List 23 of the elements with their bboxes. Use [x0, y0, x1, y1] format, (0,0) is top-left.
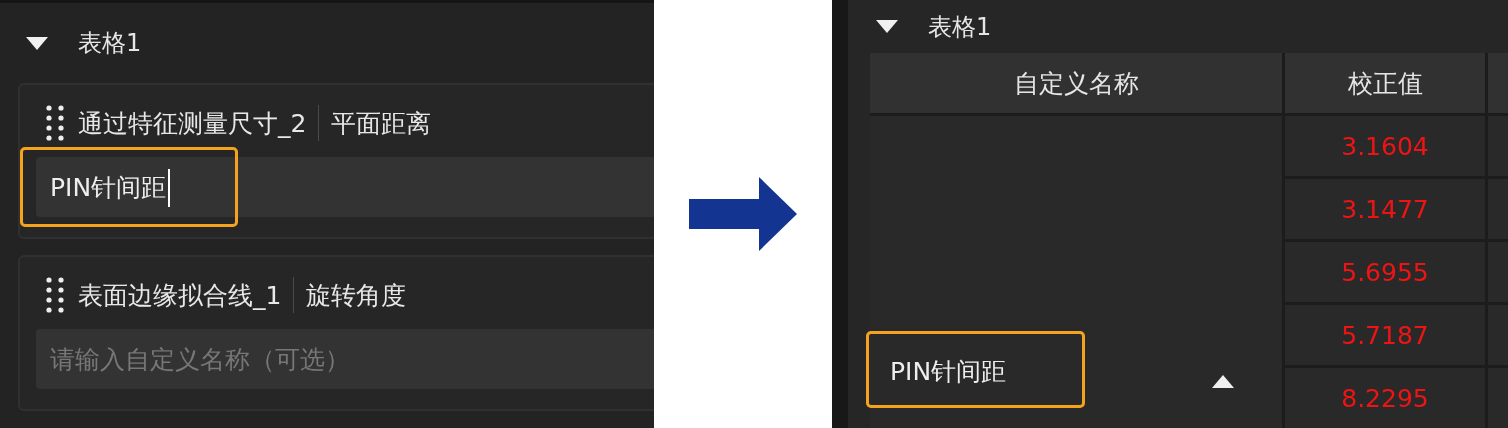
- feature-name: 通过特征测量尺寸_2: [78, 107, 307, 140]
- table-cell: 5.6955: [1285, 242, 1485, 302]
- arrow-icon: [689, 177, 797, 251]
- custom-name-text: PIN针间距: [890, 356, 1007, 388]
- table-cell: 3.1477: [1285, 179, 1485, 239]
- column-header[interactable]: 校正值: [1285, 53, 1485, 113]
- sort-caret-icon[interactable]: [1212, 375, 1234, 388]
- section-title: 表格1: [928, 11, 992, 43]
- table-cell: 3.1604: [1285, 116, 1485, 176]
- custom-name-field[interactable]: 请输入自定义名称（可选）: [36, 329, 654, 389]
- measurement-type: 旋转角度: [306, 279, 407, 312]
- custom-name-field[interactable]: PIN针间距: [36, 157, 654, 217]
- drag-handle-icon[interactable]: [46, 277, 66, 313]
- measurement-type: 平面距离: [331, 107, 432, 140]
- section-title: 表格1: [78, 28, 142, 59]
- table-cell: 5.7187: [1285, 305, 1485, 365]
- table-cell: 8.2295: [1285, 368, 1485, 428]
- column-header[interactable]: 自定义名称: [870, 53, 1282, 113]
- feature-name: 表面边缘拟合线_1: [78, 279, 282, 312]
- collapse-caret-icon[interactable]: [26, 36, 48, 50]
- drag-handle-icon[interactable]: [46, 105, 66, 141]
- collapse-caret-icon[interactable]: [876, 20, 898, 33]
- text-cursor: [167, 169, 170, 207]
